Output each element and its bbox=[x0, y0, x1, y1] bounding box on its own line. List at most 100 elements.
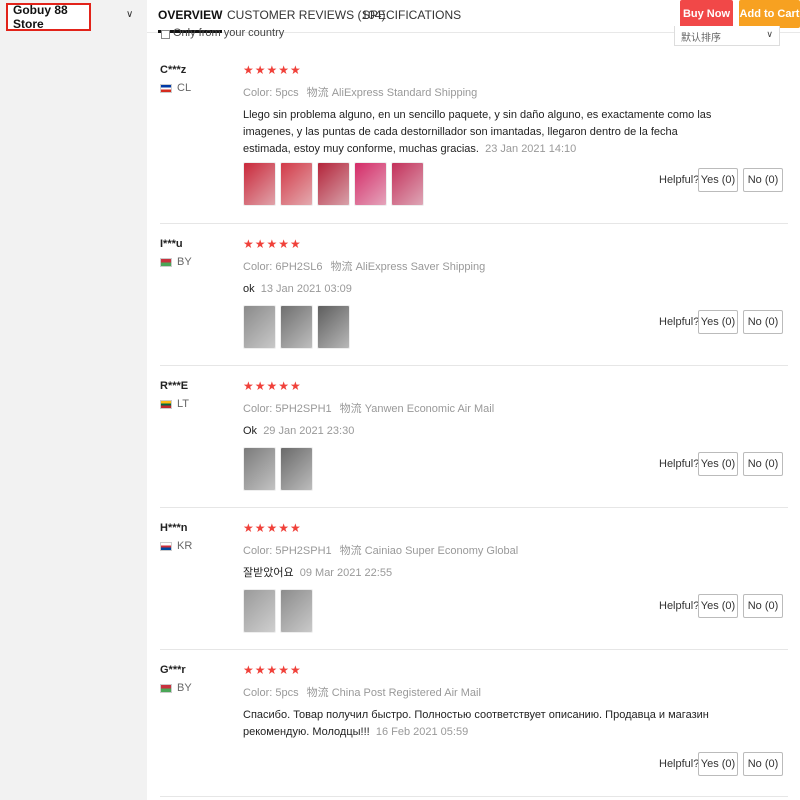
logistics-value: AliExpress Standard Shipping bbox=[331, 87, 478, 99]
color-value: 6PH2SL6 bbox=[275, 261, 323, 273]
review-photo[interactable] bbox=[243, 447, 276, 491]
helpful-label: Helpful? bbox=[659, 458, 700, 470]
review-date: 29 Jan 2021 23:30 bbox=[263, 425, 355, 437]
review-date: 09 Mar 2021 22:55 bbox=[299, 567, 393, 579]
country-flag-icon bbox=[160, 542, 172, 551]
review-photos bbox=[243, 305, 350, 349]
color-value: 5pcs bbox=[275, 87, 299, 99]
review-item: C***z CL ★★★★★ Color: 5pcs 物流 AliExpress Sta… bbox=[160, 63, 788, 224]
review-date: 13 Jan 2021 03:09 bbox=[260, 283, 352, 295]
star-rating: ★★★★★ bbox=[243, 379, 302, 393]
review-photo[interactable] bbox=[280, 162, 313, 206]
review-meta: Color: 5pcs 物流 AliExpress Standard Shippi… bbox=[243, 84, 477, 100]
review-filter-row: Only from your country 默认排序 ∨ bbox=[147, 26, 800, 50]
country-filter-checkbox[interactable] bbox=[161, 30, 170, 39]
review-text: Llego sin problema alguno, en un sencill… bbox=[243, 109, 712, 155]
review-text-block: Llego sin problema alguno, en un sencill… bbox=[243, 107, 723, 158]
star-rating: ★★★★★ bbox=[243, 63, 302, 77]
chevron-down-icon[interactable]: ∨ bbox=[126, 9, 133, 20]
review-item: G***r BY ★★★★★ Color: 5pcs 物流 China Post Reg… bbox=[160, 663, 788, 797]
color-label: Color: bbox=[243, 687, 273, 699]
logistics-value: Cainiao Super Economy Global bbox=[364, 545, 519, 557]
review-photo[interactable] bbox=[317, 162, 350, 206]
review-text: 잘받았어요 bbox=[243, 567, 294, 579]
color-value: 5PH2SPH1 bbox=[275, 403, 332, 415]
star-rating: ★★★★★ bbox=[243, 237, 302, 251]
review-text: Ok bbox=[243, 425, 258, 437]
store-selector[interactable]: Gobuy 88 Store bbox=[6, 3, 91, 31]
logistics-value: China Post Registered Air Mail bbox=[331, 687, 481, 699]
country-flag-icon bbox=[160, 400, 172, 409]
review-photos bbox=[243, 447, 313, 491]
country-flag-icon bbox=[160, 84, 172, 93]
logistics-label: 物流 bbox=[339, 545, 362, 557]
tab-specifications[interactable]: SPECIFICATIONS bbox=[362, 8, 461, 22]
review-meta: Color: 5pcs 物流 China Post Registered Air … bbox=[243, 684, 481, 700]
reviewer-country: CL bbox=[177, 82, 192, 94]
logistics-label: 物流 bbox=[306, 687, 329, 699]
reviewer-name: R***E bbox=[160, 380, 189, 392]
helpful-no-button[interactable]: No (0) bbox=[743, 752, 783, 776]
review-photo[interactable] bbox=[391, 162, 424, 206]
color-value: 5PH2SPH1 bbox=[275, 545, 332, 557]
color-label: Color: bbox=[243, 403, 273, 415]
reviewer-name: I***u bbox=[160, 238, 183, 250]
color-label: Color: bbox=[243, 261, 273, 273]
review-photo[interactable] bbox=[243, 589, 276, 633]
helpful-no-button[interactable]: No (0) bbox=[743, 594, 783, 618]
country-flag-icon bbox=[160, 684, 172, 693]
color-label: Color: bbox=[243, 87, 273, 99]
country-filter-label: Only from your country bbox=[173, 27, 285, 39]
helpful-no-button[interactable]: No (0) bbox=[743, 452, 783, 476]
helpful-yes-button[interactable]: Yes (0) bbox=[698, 752, 738, 776]
helpful-yes-button[interactable]: Yes (0) bbox=[698, 310, 738, 334]
sort-dropdown[interactable]: 默认排序 ∨ bbox=[674, 26, 780, 46]
left-panel bbox=[0, 0, 147, 800]
reviewer-name: G***r bbox=[160, 664, 186, 676]
helpful-no-button[interactable]: No (0) bbox=[743, 168, 783, 192]
buy-now-button[interactable]: Buy Now bbox=[680, 0, 733, 28]
add-to-cart-button[interactable]: Add to Cart bbox=[739, 0, 800, 28]
review-text-block: 잘받았어요 09 Mar 2021 22:55 bbox=[243, 565, 723, 582]
logistics-value: Yanwen Economic Air Mail bbox=[364, 403, 495, 415]
review-photos bbox=[243, 162, 424, 206]
review-text: ok bbox=[243, 283, 255, 295]
review-item: I***u BY ★★★★★ Color: 6PH2SL6 物流 AliExpress … bbox=[160, 237, 788, 366]
reviewer-name: H***n bbox=[160, 522, 188, 534]
reviewer-country: KR bbox=[177, 540, 193, 552]
logistics-label: 物流 bbox=[339, 403, 362, 415]
review-meta: Color: 5PH2SPH1 物流 Cainiao Super Economy … bbox=[243, 542, 518, 558]
logistics-label: 物流 bbox=[306, 87, 329, 99]
review-date: 16 Feb 2021 05:59 bbox=[375, 726, 469, 738]
review-meta: Color: 5PH2SPH1 物流 Yanwen Economic Air Ma… bbox=[243, 400, 494, 416]
logistics-value: AliExpress Saver Shipping bbox=[355, 261, 486, 273]
review-photo[interactable] bbox=[280, 447, 313, 491]
review-meta: Color: 6PH2SL6 物流 AliExpress Saver Shippi… bbox=[243, 258, 485, 274]
review-photo[interactable] bbox=[280, 589, 313, 633]
review-item: H***n KR ★★★★★ Color: 5PH2SPH1 物流 Cainiao Su… bbox=[160, 521, 788, 650]
review-photo[interactable] bbox=[243, 305, 276, 349]
review-photo[interactable] bbox=[280, 305, 313, 349]
reviewer-country: BY bbox=[177, 256, 192, 268]
reviewer-country: LT bbox=[177, 398, 190, 410]
helpful-yes-button[interactable]: Yes (0) bbox=[698, 168, 738, 192]
chevron-down-icon: ∨ bbox=[766, 29, 773, 39]
review-date: 23 Jan 2021 14:10 bbox=[485, 143, 577, 155]
tab-overview[interactable]: OVERVIEW bbox=[158, 8, 223, 33]
helpful-yes-button[interactable]: Yes (0) bbox=[698, 594, 738, 618]
color-value: 5pcs bbox=[275, 687, 299, 699]
helpful-label: Helpful? bbox=[659, 600, 700, 612]
review-text-block: Ok 29 Jan 2021 23:30 bbox=[243, 423, 723, 440]
star-rating: ★★★★★ bbox=[243, 521, 302, 535]
helpful-label: Helpful? bbox=[659, 758, 700, 770]
review-photo[interactable] bbox=[354, 162, 387, 206]
review-photo[interactable] bbox=[243, 162, 276, 206]
review-photo[interactable] bbox=[317, 305, 350, 349]
helpful-no-button[interactable]: No (0) bbox=[743, 310, 783, 334]
star-rating: ★★★★★ bbox=[243, 663, 302, 677]
helpful-label: Helpful? bbox=[659, 174, 700, 186]
store-name: Gobuy 88 Store bbox=[13, 3, 68, 31]
review-text-block: Спасибо. Товар получил быстро. Полностью… bbox=[243, 707, 723, 741]
review-item: R***E LT ★★★★★ Color: 5PH2SPH1 物流 Yanwen Eco… bbox=[160, 379, 788, 508]
helpful-yes-button[interactable]: Yes (0) bbox=[698, 452, 738, 476]
